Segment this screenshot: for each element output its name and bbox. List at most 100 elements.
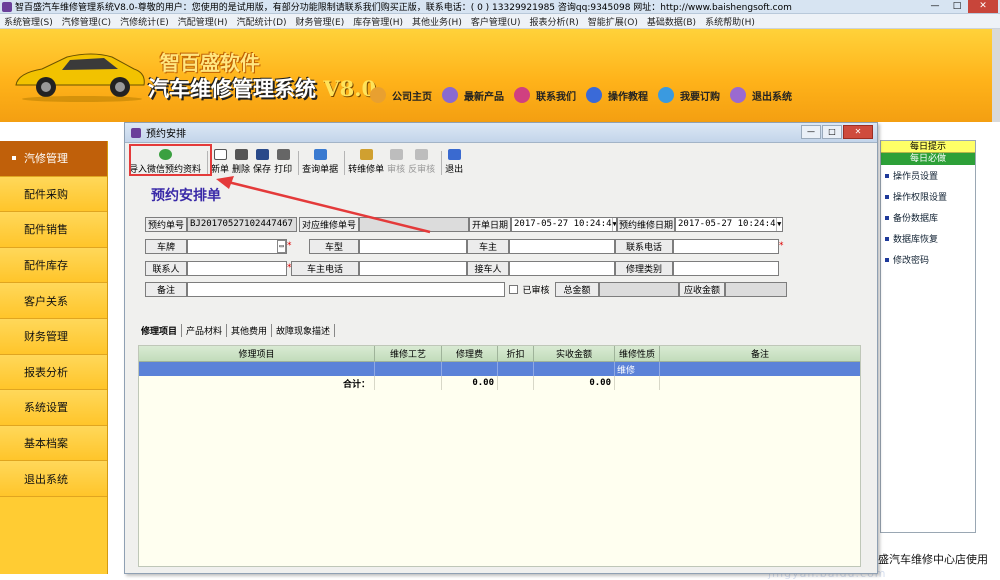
menu-repair-stats[interactable]: 汽修统计(E) — [120, 15, 169, 28]
col-repair-item[interactable]: 修理项目 — [139, 346, 375, 361]
menu-finance[interactable]: 财务管理(E) — [296, 15, 345, 28]
save-icon — [255, 149, 269, 160]
col-fee[interactable]: 修理费 — [442, 346, 498, 361]
home-icon — [370, 87, 386, 103]
contact-field[interactable] — [187, 260, 287, 276]
sidebar-item-customer[interactable]: 客户关系 — [0, 283, 107, 319]
col-remark[interactable]: 备注 — [660, 346, 860, 361]
dialog-close-button[interactable]: ✕ — [843, 125, 873, 139]
repair-no-field[interactable] — [359, 216, 469, 232]
search-doc-icon — [313, 149, 327, 160]
tab-other-fees[interactable]: 其他费用 — [227, 323, 273, 337]
toolbar-separator — [441, 151, 443, 175]
menu-other[interactable]: 其他业务(H) — [412, 15, 462, 28]
booking-no-field[interactable]: BJ20170527102447467 — [187, 216, 297, 232]
col-actual-amount[interactable]: 实收金额 — [534, 346, 615, 361]
audit-icon — [389, 149, 403, 160]
header-nav: 公司主页 最新产品 联系我们 操作教程 我要订购 退出系统 — [370, 87, 802, 103]
sidebar-item-parts-purchase[interactable]: 配件采购 — [0, 176, 107, 213]
menu-repair-mgmt[interactable]: 汽修管理(C) — [62, 15, 111, 28]
minimize-button[interactable]: — — [924, 0, 946, 13]
plate-field[interactable]: ▭ — [187, 238, 287, 254]
owner-field[interactable] — [509, 238, 615, 254]
dialog-maximize-button[interactable]: □ — [822, 125, 842, 139]
toolbar-separator — [298, 151, 300, 175]
chevron-down-icon[interactable]: ▼ — [611, 217, 616, 231]
detail-tabs: 修理项目 产品材料 其他费用 故障现象描述 — [137, 322, 336, 338]
menu-parts-mgmt[interactable]: 汽配管理(H) — [178, 15, 228, 28]
tutorial-icon — [586, 87, 602, 103]
tab-repair-items[interactable]: 修理项目 — [137, 323, 183, 337]
nav-contact[interactable]: 联系我们 — [514, 87, 576, 103]
query-button[interactable]: 查询单据 — [302, 149, 338, 175]
menu-inventory[interactable]: 库存管理(H) — [353, 15, 403, 28]
tab-products[interactable]: 产品材料 — [182, 323, 228, 337]
nav-tutorial[interactable]: 操作教程 — [586, 87, 648, 103]
delete-button[interactable]: 删除 — [232, 149, 250, 175]
repair-type-field[interactable] — [673, 260, 779, 276]
phone-field[interactable] — [673, 238, 779, 254]
col-process[interactable]: 维修工艺 — [375, 346, 442, 361]
sidebar-item-settings[interactable]: 系统设置 — [0, 390, 107, 426]
tip-operator-settings[interactable]: 操作员设置 — [881, 165, 975, 186]
open-date-field[interactable]: 2017-05-27 10:24:4 ▼ — [511, 216, 617, 232]
repair-date-label: 预约维修日期 — [617, 216, 675, 232]
tip-backup-db[interactable]: 备份数据库 — [881, 207, 975, 228]
sidebar-item-parts-sales[interactable]: 配件销售 — [0, 212, 107, 248]
receiver-field[interactable] — [509, 260, 615, 276]
nav-exit[interactable]: 退出系统 — [730, 87, 792, 103]
tab-fault-desc[interactable]: 故障现象描述 — [272, 323, 336, 337]
highlight-box — [129, 144, 212, 176]
menu-reports[interactable]: 报表分析(R) — [529, 15, 578, 28]
nav-order[interactable]: 我要订购 — [658, 87, 720, 103]
menu-bar: 系统管理(S) 汽修管理(C) 汽修统计(E) 汽配管理(H) 汽配统计(D) … — [0, 14, 1000, 29]
model-field[interactable] — [359, 238, 467, 254]
table-row[interactable]: 维修 — [139, 362, 860, 376]
print-button[interactable]: 打印 — [274, 149, 292, 175]
repair-date-field[interactable]: 2017-05-27 10:24:4 ▼ — [675, 216, 783, 232]
banner-scrollbar — [992, 29, 1000, 122]
sidebar-item-exit[interactable]: 退出系统 — [0, 461, 107, 497]
phone-label: 联系电话 — [615, 238, 673, 254]
receiver-label: 接车人 — [467, 260, 509, 276]
convert-icon — [359, 149, 373, 160]
tip-restore-db[interactable]: 数据库恢复 — [881, 228, 975, 249]
lookup-icon[interactable]: ▭ — [277, 239, 286, 253]
daily-tips-panel: 每日提示 每日必做 操作员设置 操作权限设置 备份数据库 数据库恢复 修改密码 — [880, 140, 976, 533]
unaudit-icon — [415, 149, 429, 160]
owner-phone-field[interactable] — [359, 260, 467, 276]
order-icon — [658, 87, 674, 103]
new-button[interactable]: 新单 — [211, 149, 229, 175]
chevron-down-icon[interactable]: ▼ — [775, 217, 782, 231]
dialog-minimize-button[interactable]: — — [801, 125, 821, 139]
close-button[interactable]: ✕ — [968, 0, 998, 13]
sidebar-item-archive[interactable]: 基本档案 — [0, 425, 107, 462]
col-discount[interactable]: 折扣 — [498, 346, 534, 361]
remark-field[interactable] — [187, 281, 505, 297]
save-button[interactable]: 保存 — [253, 149, 271, 175]
convert-repair-button[interactable]: 转维修单 — [348, 149, 384, 175]
sidebar-item-finance[interactable]: 财务管理 — [0, 318, 107, 355]
tip-permission-settings[interactable]: 操作权限设置 — [881, 186, 975, 207]
sidebar-item-repair-mgmt[interactable]: 汽修管理 — [0, 141, 107, 177]
unaudit-button[interactable]: 反审核 — [408, 149, 435, 175]
col-repair-nature[interactable]: 维修性质 — [615, 346, 660, 361]
menu-customer[interactable]: 客户管理(U) — [471, 15, 521, 28]
audit-button[interactable]: 审核 — [387, 149, 405, 175]
sidebar-item-parts-stock[interactable]: 配件库存 — [0, 247, 107, 284]
nav-new-products[interactable]: 最新产品 — [442, 87, 504, 103]
exit-button[interactable]: 退出 — [445, 149, 463, 175]
menu-help[interactable]: 系统帮助(H) — [705, 15, 755, 28]
tip-change-password[interactable]: 修改密码 — [881, 249, 975, 270]
menu-system[interactable]: 系统管理(S) — [4, 15, 53, 28]
printer-icon — [276, 149, 290, 160]
menu-smart-ext[interactable]: 智能扩展(O) — [588, 15, 638, 28]
menu-parts-stats[interactable]: 汽配统计(D) — [237, 15, 287, 28]
audited-checkbox[interactable] — [509, 284, 518, 294]
nav-homepage[interactable]: 公司主页 — [370, 87, 432, 103]
menu-base-data[interactable]: 基础数据(B) — [647, 15, 696, 28]
sidebar-item-reports[interactable]: 报表分析 — [0, 354, 107, 391]
form-title: 预约安排单 — [151, 188, 221, 204]
dialog-titlebar: 预约安排 — □ ✕ — [125, 123, 877, 143]
maximize-button[interactable]: □ — [946, 0, 968, 13]
